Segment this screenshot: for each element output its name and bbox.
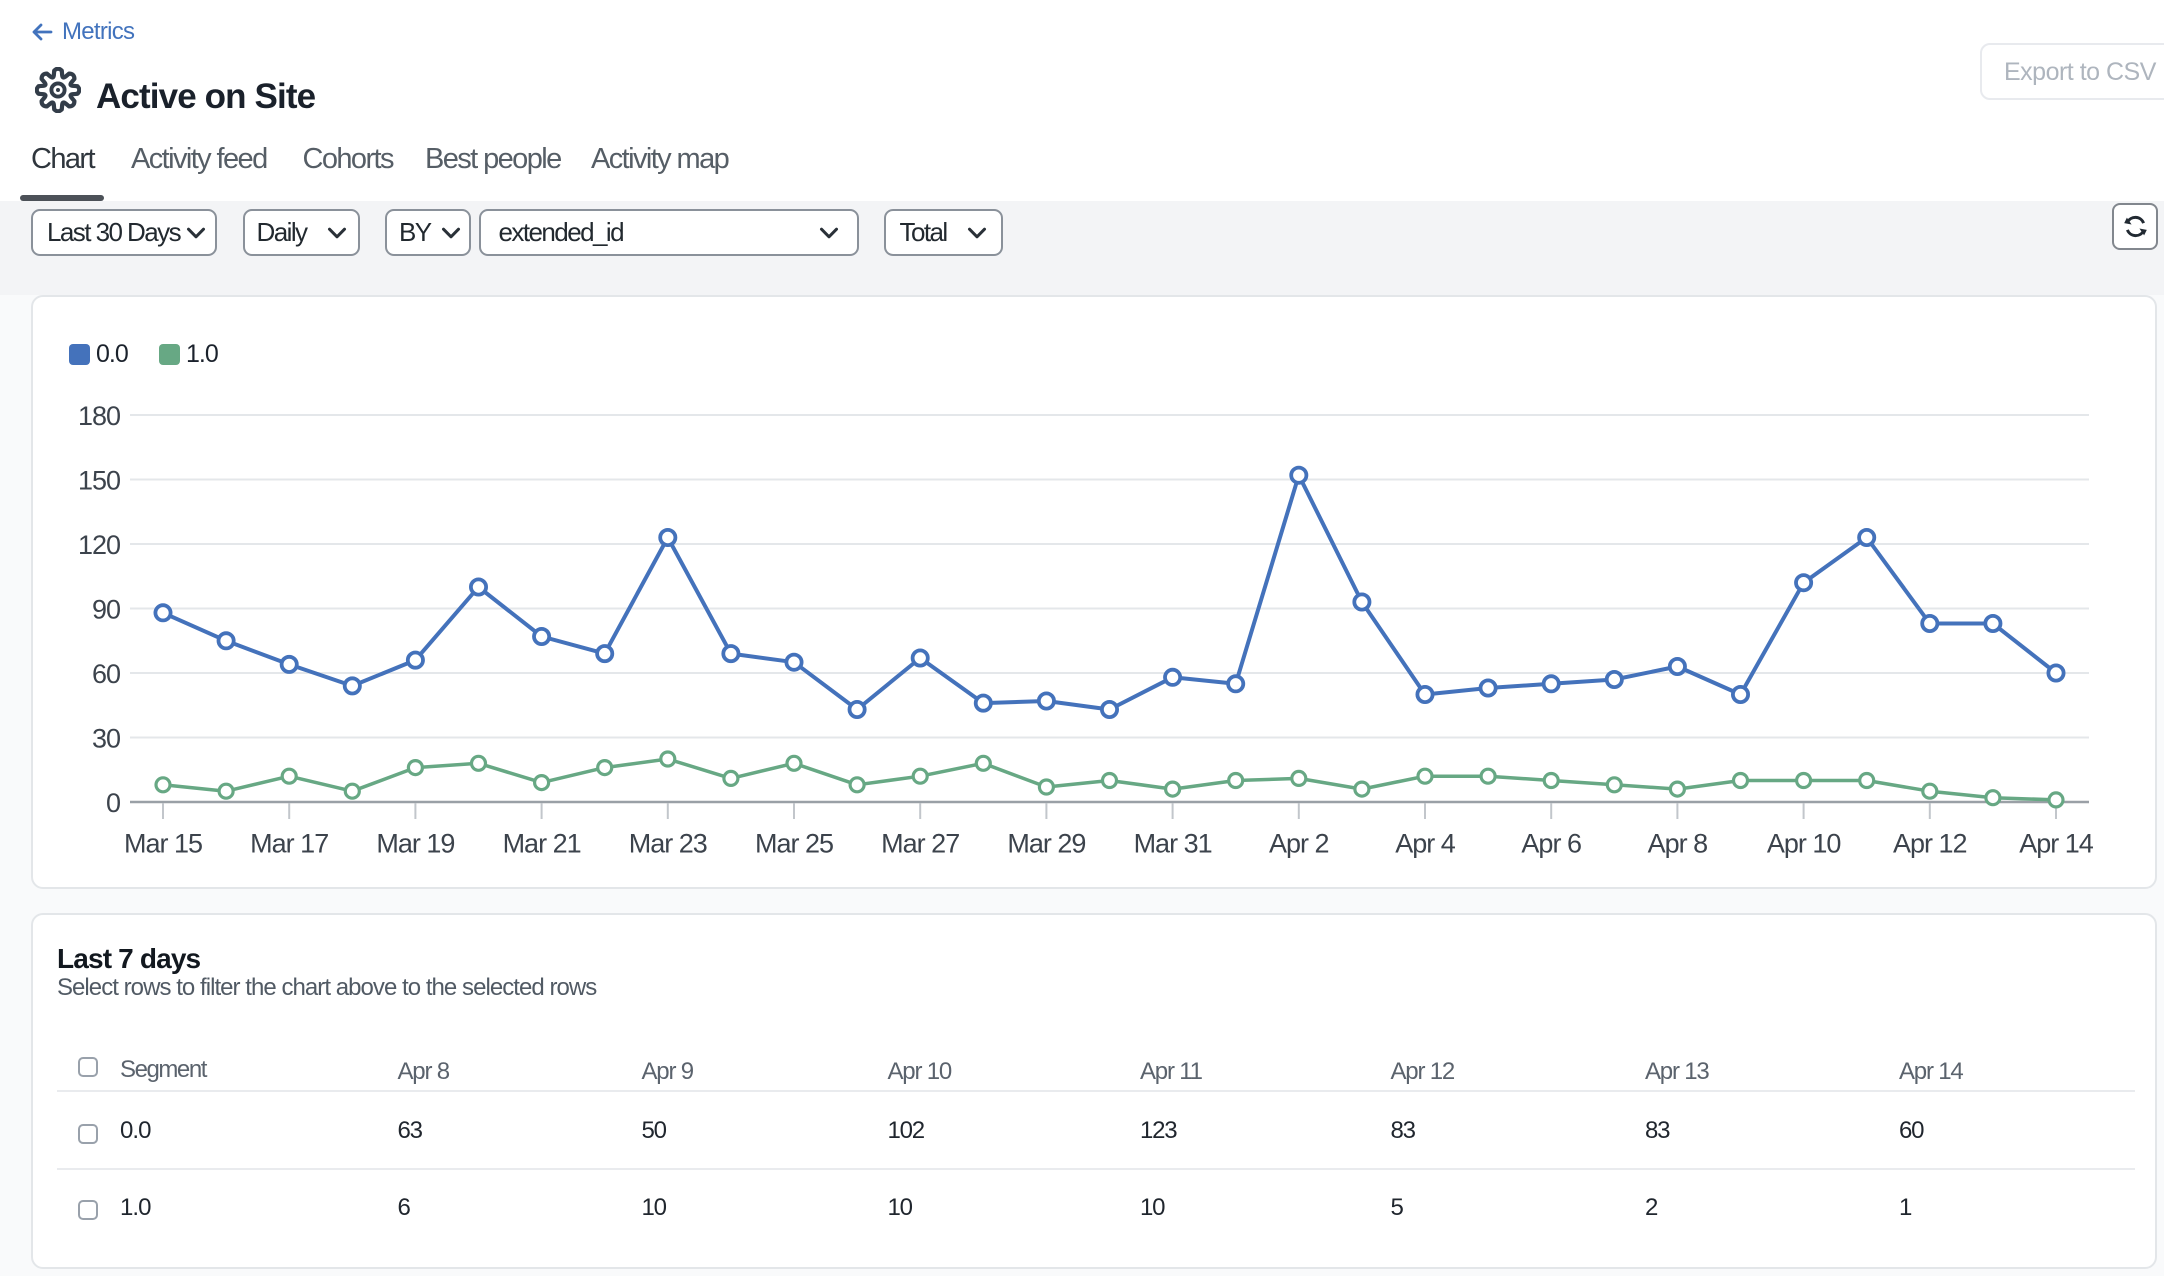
svg-text:Mar 23: Mar 23 xyxy=(629,829,707,859)
svg-text:Apr 4: Apr 4 xyxy=(1395,829,1456,859)
svg-text:Apr 14: Apr 14 xyxy=(2019,829,2094,859)
svg-text:90: 90 xyxy=(92,595,120,625)
svg-text:Mar 21: Mar 21 xyxy=(503,829,581,859)
svg-text:Mar 25: Mar 25 xyxy=(755,829,833,859)
svg-text:Apr 6: Apr 6 xyxy=(1521,829,1581,859)
svg-text:Mar 19: Mar 19 xyxy=(376,829,454,859)
svg-text:Mar 29: Mar 29 xyxy=(1007,829,1085,859)
svg-text:Mar 17: Mar 17 xyxy=(250,829,328,859)
svg-text:Mar 15: Mar 15 xyxy=(124,829,202,859)
svg-text:180: 180 xyxy=(78,401,120,431)
svg-text:0: 0 xyxy=(106,788,120,818)
svg-text:Apr 2: Apr 2 xyxy=(1269,829,1329,859)
svg-text:150: 150 xyxy=(78,466,120,496)
svg-text:Apr 12: Apr 12 xyxy=(1893,829,1967,859)
svg-text:Mar 31: Mar 31 xyxy=(1134,829,1212,859)
svg-text:Apr 8: Apr 8 xyxy=(1648,829,1708,859)
svg-text:Apr 10: Apr 10 xyxy=(1767,829,1841,859)
svg-text:120: 120 xyxy=(78,530,120,560)
svg-text:Mar 27: Mar 27 xyxy=(881,829,959,859)
svg-text:30: 30 xyxy=(92,724,120,754)
svg-text:60: 60 xyxy=(92,659,120,689)
